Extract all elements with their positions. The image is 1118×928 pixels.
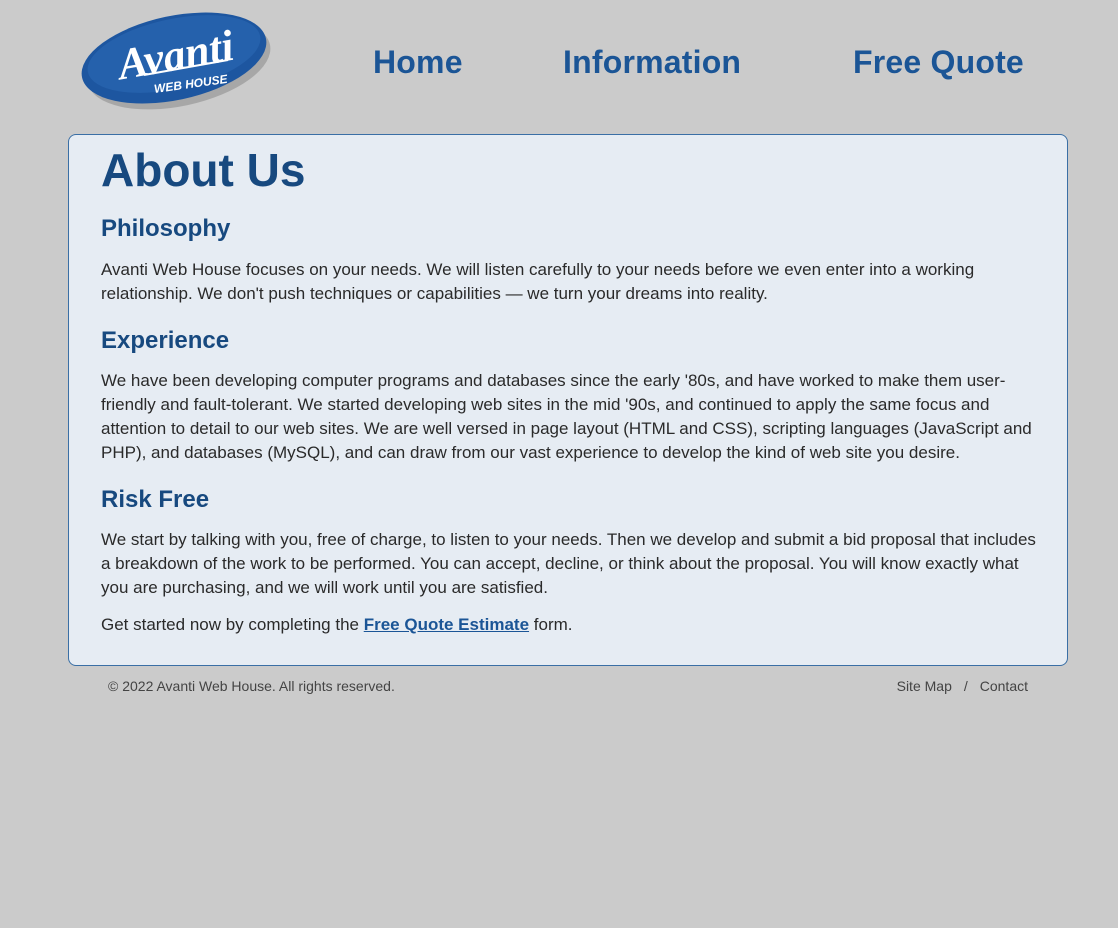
footer-links: Site Map / Contact [897,678,1028,694]
nav-free-quote[interactable]: Free Quote [853,44,1024,81]
content-panel: About Us Philosophy Avanti Web House foc… [68,134,1068,666]
section-text-risk-free: We start by talking with you, free of ch… [101,530,1036,597]
footer-site-map-link[interactable]: Site Map [897,678,952,694]
section-heading-experience: Experience [101,327,230,354]
cta-line: Get started now by completing the Free Q… [101,613,1041,637]
nav-information[interactable]: Information [563,44,741,81]
section-text-experience: We have been developing computer program… [101,371,1032,462]
cta-after-text: form. [533,615,573,634]
logo-graphic: Avanti WEB HOUSE [81,12,271,110]
free-quote-estimate-link[interactable]: Free Quote Estimate [364,615,529,634]
site-header: Avanti WEB HOUSE Home Information Free Q… [0,0,1118,134]
cta-before-text: Get started now by completing the [101,615,359,634]
avanti-logo[interactable]: Avanti WEB HOUSE [78,8,274,112]
footer-contact-link[interactable]: Contact [980,678,1028,694]
section-heading-philosophy: Philosophy [101,215,231,242]
nav-home[interactable]: Home [373,44,463,81]
section-text-philosophy: Avanti Web House focuses on your needs. … [101,260,975,303]
footer-separator: / [963,678,968,694]
copyright-text: © 2022 Avanti Web House. All rights rese… [108,678,395,694]
section-heading-risk-free: Risk Free [101,486,210,513]
page-title: About Us [101,144,306,196]
